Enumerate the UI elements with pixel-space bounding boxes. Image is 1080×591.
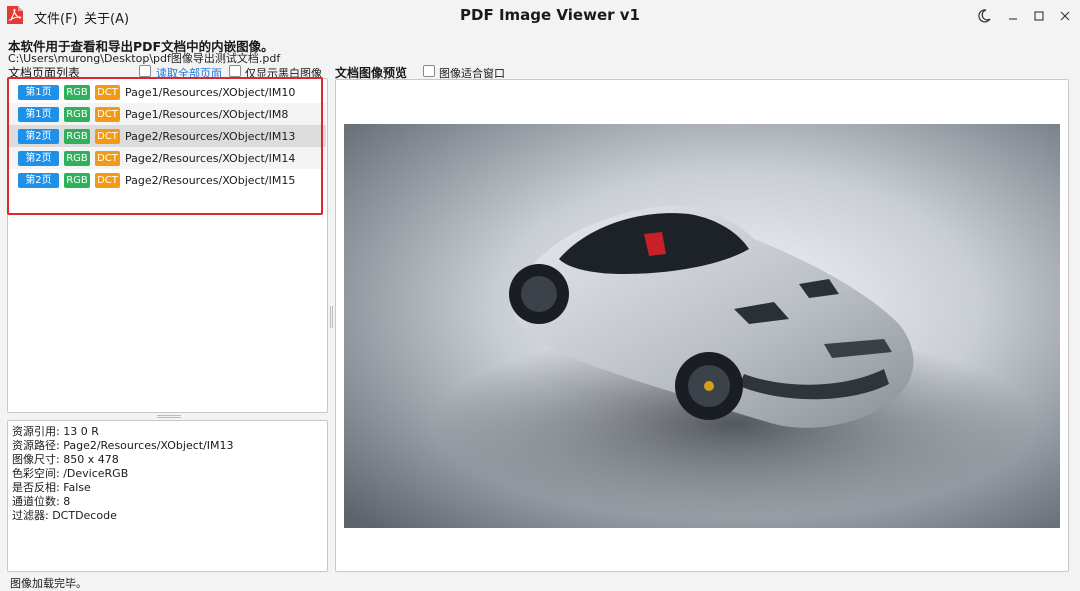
image-info-panel: 资源引用: 13 0 R 资源路径: Page2/Resources/XObje… (7, 420, 328, 572)
car-preview-image (344, 124, 1060, 528)
read-all-checkbox[interactable] (139, 65, 151, 77)
minimize-icon[interactable] (1004, 7, 1022, 25)
moon-icon[interactable] (975, 7, 993, 25)
maximize-icon[interactable] (1030, 7, 1048, 25)
annotation-highlight-box (7, 77, 323, 215)
horizontal-splitter-handle[interactable] (157, 415, 181, 418)
fit-window-checkbox[interactable] (423, 65, 435, 77)
close-icon[interactable] (1056, 7, 1074, 25)
title-bar: 文件(F) 关于(A) PDF Image Viewer v1 (0, 0, 1080, 32)
window-title: PDF Image Viewer v1 (460, 6, 640, 24)
info-filter: 过滤器: DCTDecode (12, 509, 117, 522)
vertical-splitter-handle[interactable] (330, 306, 333, 328)
status-bar: 图像加载完毕。 (10, 577, 87, 590)
image-preview-panel (335, 79, 1069, 572)
bw-only-checkbox[interactable] (229, 65, 241, 77)
